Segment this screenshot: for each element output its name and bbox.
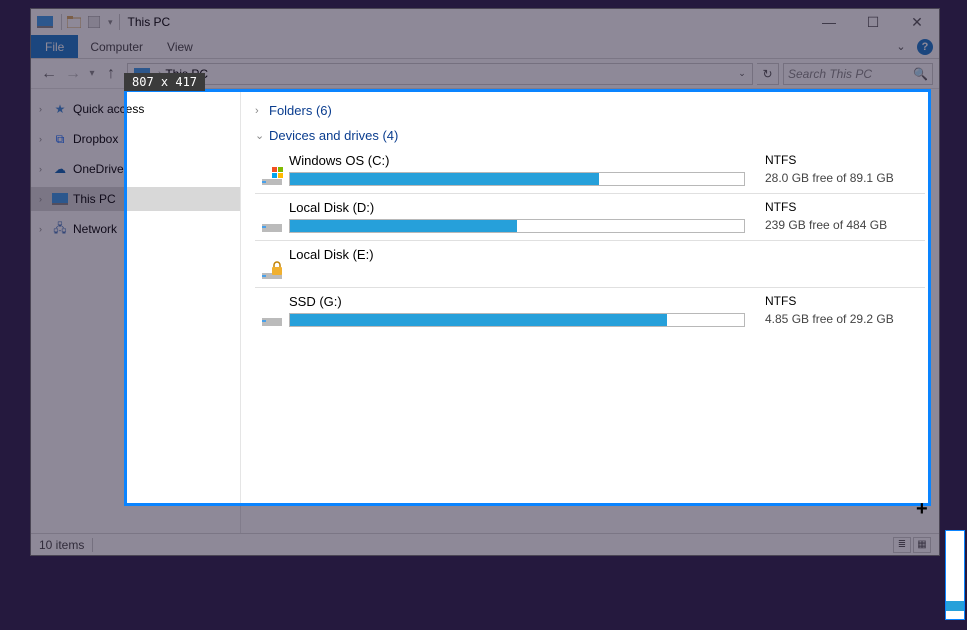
sidebar-item-label: This PC [73,192,116,206]
sidebar-item-label: Network [73,222,117,236]
maximize-button[interactable]: ☐ [851,9,895,35]
address-bar[interactable]: › This PC ⌄ [127,63,753,85]
chevron-right-icon[interactable]: › [39,134,51,144]
capture-size-badge: 807 x 417 [124,73,205,91]
titlebar[interactable]: ▾ This PC — ☐ ✕ [31,9,939,35]
usage-bar [289,172,745,186]
sidebar-item-label: OneDrive [73,162,124,176]
navigation-pane: › ★ Quick access › ⧉ Dropbox › ☁ OneDriv… [31,89,241,533]
window-title: This PC [128,15,171,29]
search-icon[interactable]: 🔍 [913,67,928,81]
separator-icon [92,538,93,552]
drive-icon [255,247,289,281]
separator-icon [61,14,62,30]
sidebar-item-label: Dropbox [73,132,118,146]
app-icon [37,15,53,29]
sidebar-item-quick-access[interactable]: › ★ Quick access [31,97,240,121]
status-item-count: 10 items [39,538,84,552]
refresh-button[interactable]: ↻ [757,63,779,85]
drive-name-label: Local Disk (D:) [289,200,745,215]
drive-icon [255,294,289,328]
section-devices[interactable]: ⌄ Devices and drives (4) [255,128,925,143]
close-button[interactable]: ✕ [895,9,939,35]
tab-computer[interactable]: Computer [78,35,155,58]
pc-icon [51,193,69,205]
usage-bar [289,313,745,327]
minimize-button[interactable]: — [807,9,851,35]
cloud-icon: ☁ [51,162,69,176]
up-button[interactable]: ↑ [99,62,123,86]
drive-name-label: Windows OS (C:) [289,153,745,168]
drive-icon [255,153,289,187]
history-dropdown[interactable]: ▾ [85,68,99,79]
qat-dropdown-icon[interactable]: ▾ [108,17,113,28]
drive-icon [255,200,289,234]
star-icon: ★ [51,102,69,116]
search-input[interactable] [788,67,909,81]
chevron-right-icon[interactable]: › [39,104,51,114]
section-label: Devices and drives (4) [269,128,398,143]
drive-fs-label: NTFS [765,200,925,214]
drive-row[interactable]: Local Disk (E:) [255,241,925,288]
back-button[interactable]: ← [37,62,61,86]
chevron-right-icon[interactable]: › [39,224,51,234]
drive-free-label: 28.0 GB free of 89.1 GB [765,171,925,185]
drive-row[interactable]: Windows OS (C:) NTFS 28.0 GB free of 89.1 … [255,147,925,194]
address-dropdown-icon[interactable]: ⌄ [732,68,752,79]
chevron-right-icon[interactable]: › [39,164,51,174]
drive-free-label: 239 GB free of 484 GB [765,218,925,232]
sidebar-item-network[interactable]: › 🖧 Network [31,217,240,241]
status-bar: 10 items ≣ ▦ [31,533,939,555]
forward-button[interactable]: → [61,62,85,86]
view-tiles-button[interactable]: ▦ [913,537,931,553]
qat-properties-icon[interactable] [86,15,102,29]
ribbon-tabs: File Computer View ⌄ ? [31,35,939,59]
separator-icon [119,14,120,30]
chevron-right-icon[interactable]: › [255,105,269,117]
drive-row[interactable]: SSD (G:) NTFS 4.85 GB free of 29.2 GB [255,288,925,334]
dropbox-icon: ⧉ [51,132,69,147]
drive-fs-label: NTFS [765,153,925,167]
help-icon[interactable]: ? [917,39,933,55]
view-details-button[interactable]: ≣ [893,537,911,553]
section-folders[interactable]: › Folders (6) [255,103,925,118]
tab-view[interactable]: View [155,35,205,58]
drive-name-label: Local Disk (E:) [289,247,745,262]
drive-name-label: SSD (G:) [289,294,745,309]
sidebar-item-onedrive[interactable]: › ☁ OneDrive [31,157,240,181]
drive-fs-label: NTFS [765,294,925,308]
file-tab[interactable]: File [31,35,78,58]
sidebar-item-label: Quick access [73,102,144,116]
network-icon: 🖧 [51,219,69,240]
chevron-right-icon[interactable]: › [39,194,51,204]
chevron-down-icon[interactable]: ⌄ [255,129,269,142]
content-pane: › Folders (6) ⌄ Devices and drives (4) W… [241,89,939,533]
search-box[interactable]: 🔍 [783,63,933,85]
qat-folder-icon[interactable] [66,15,82,29]
section-label: Folders (6) [269,103,332,118]
usage-bar [289,219,745,233]
sidebar-item-this-pc[interactable]: › This PC [31,187,240,211]
ribbon-collapse-icon[interactable]: ⌄ [891,35,911,58]
drive-row[interactable]: Local Disk (D:) NTFS 239 GB free of 484 GB [255,194,925,241]
drive-free-label: 4.85 GB free of 29.2 GB [765,312,925,326]
capture-preview-thumbnail[interactable] [945,530,965,620]
sidebar-item-dropbox[interactable]: › ⧉ Dropbox [31,127,240,151]
